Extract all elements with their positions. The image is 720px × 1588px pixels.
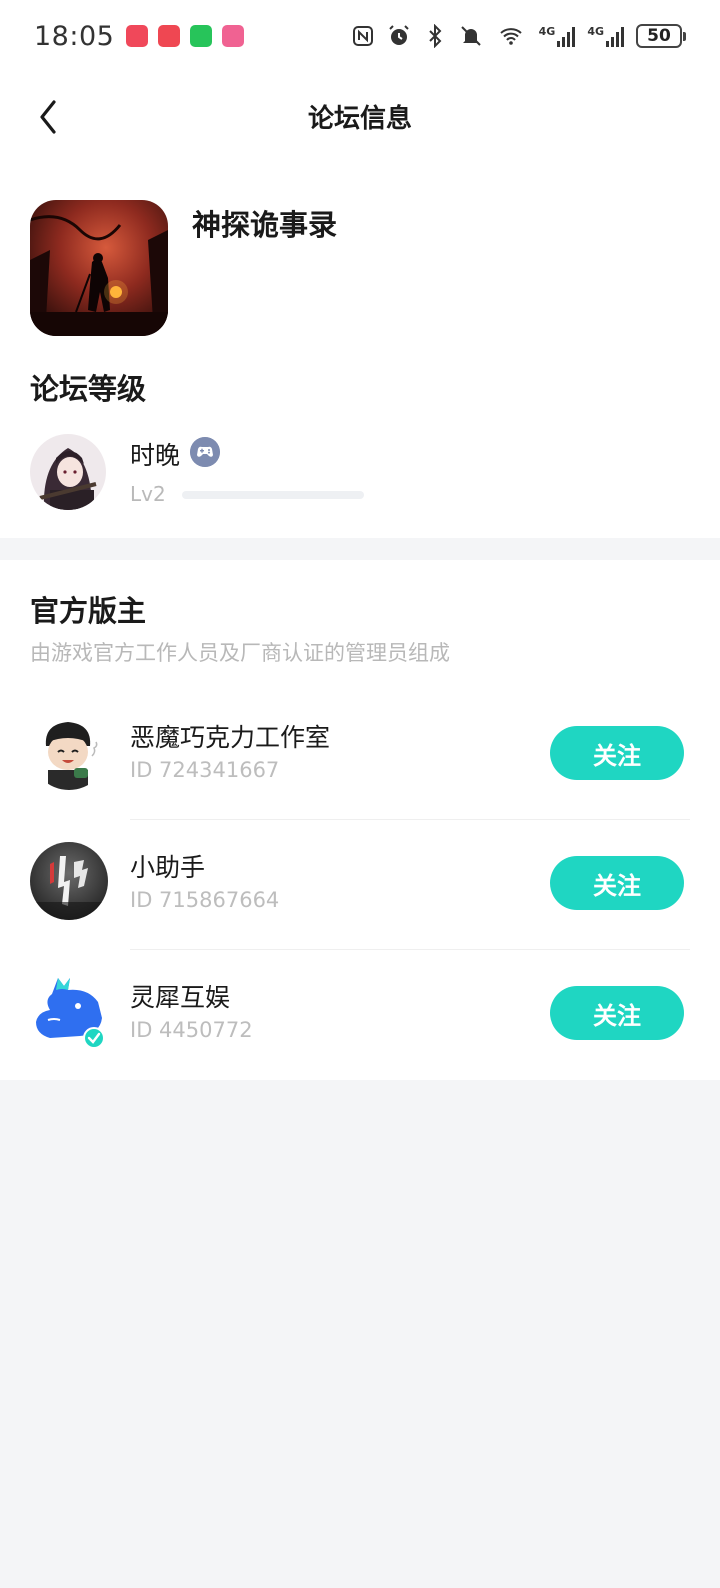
game-name: 神探诡事录 bbox=[192, 208, 338, 242]
signal-1-label: 4G bbox=[538, 25, 556, 38]
wifi-icon bbox=[499, 28, 522, 45]
moderators-description: 由游戏官方工作人员及厂商认证的管理员组成 bbox=[30, 641, 450, 665]
user-avatar[interactable] bbox=[30, 434, 106, 510]
signal-2: 4G bbox=[587, 25, 624, 47]
status-time: 18:05 bbox=[34, 20, 115, 52]
status-bar: 18:05 4G 4G 50 bbox=[0, 0, 720, 72]
forum-level-title: 论坛等级 bbox=[30, 372, 147, 406]
moderator-row[interactable]: 灵犀互娱 ID 4450772 关注 bbox=[0, 950, 720, 1080]
game-cover-image bbox=[30, 200, 168, 336]
battery-tip bbox=[683, 31, 686, 41]
silent-bell-icon bbox=[460, 26, 481, 46]
page-title: 论坛信息 bbox=[307, 104, 412, 134]
level-progress-bar bbox=[182, 491, 364, 499]
system-icons: 4G 4G 50 bbox=[351, 24, 686, 48]
user-name: 时晚 bbox=[130, 441, 181, 470]
wechat-notification-icon bbox=[190, 25, 213, 47]
moderator-row[interactable]: 恶魔巧克力工作室 ID 724341667 关注 bbox=[0, 690, 720, 820]
battery-level: 50 bbox=[636, 24, 682, 48]
moderator-name: 小助手 bbox=[130, 853, 206, 882]
moderator-avatar[interactable] bbox=[30, 842, 108, 920]
moderator-id: ID 715867664 bbox=[130, 888, 280, 912]
battery-indicator: 50 bbox=[636, 24, 686, 48]
gamepad-badge-icon bbox=[190, 437, 220, 467]
moderator-id: ID 724341667 bbox=[130, 758, 280, 782]
forum-info-section: 神探诡事录 论坛等级 时晚 Lv2 bbox=[0, 162, 720, 538]
moderators-title: 官方版主 bbox=[30, 594, 147, 628]
moderator-avatar[interactable] bbox=[30, 972, 108, 1050]
moderator-id: ID 4450772 bbox=[130, 1018, 253, 1042]
follow-button[interactable]: 关注 bbox=[550, 726, 684, 780]
follow-button[interactable]: 关注 bbox=[550, 986, 684, 1040]
nfc-icon bbox=[352, 26, 373, 46]
bluetooth-icon bbox=[428, 24, 442, 48]
moderator-name: 灵犀互娱 bbox=[130, 983, 231, 1012]
notification-icons bbox=[126, 25, 245, 47]
signal-2-label: 4G bbox=[587, 25, 604, 38]
signal-bars-icon bbox=[606, 25, 624, 47]
signal-1: 4G bbox=[539, 25, 576, 47]
moderator-name: 恶魔巧克力工作室 bbox=[130, 723, 331, 752]
official-moderators-section: 官方版主 由游戏官方工作人员及厂商认证的管理员组成 恶魔巧克力工作室 ID 72… bbox=[0, 560, 720, 1080]
moderator-row[interactable]: 小助手 ID 715867664 关注 bbox=[0, 820, 720, 950]
huawei-notification-icon bbox=[158, 25, 181, 47]
page: 18:05 4G 4G 50 论坛信息 神探诡事录 论坛等级 时晚 Lv2 官方… bbox=[0, 0, 720, 1588]
header: 论坛信息 bbox=[0, 72, 720, 162]
app-notification-icon bbox=[126, 25, 149, 47]
signal-bars-icon bbox=[557, 25, 576, 47]
moderator-avatar[interactable] bbox=[30, 712, 108, 790]
bilibili-notification-icon bbox=[222, 25, 245, 47]
follow-button[interactable]: 关注 bbox=[550, 856, 684, 910]
alarm-icon bbox=[388, 25, 409, 45]
user-level: Lv2 bbox=[130, 482, 166, 506]
